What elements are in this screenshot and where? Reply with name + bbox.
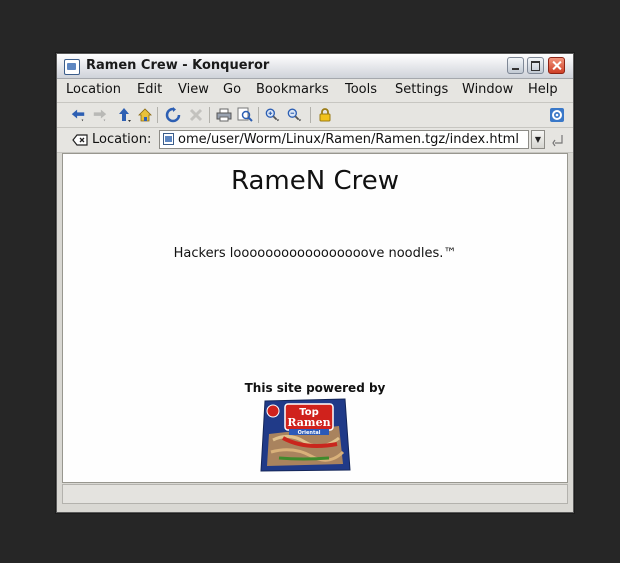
menu-view[interactable]: View — [178, 82, 209, 97]
menu-window[interactable]: Window — [462, 82, 513, 97]
konqueror-app-icon[interactable] — [64, 59, 80, 75]
security-lock-icon[interactable] — [317, 107, 333, 123]
logo-ramen-text: Ramen — [287, 416, 330, 429]
close-button[interactable] — [548, 57, 565, 74]
menu-edit[interactable]: Edit — [137, 82, 162, 97]
stop-icon[interactable] — [188, 107, 204, 123]
home-icon[interactable] — [137, 107, 153, 123]
window-title: Ramen Crew - Konqueror — [86, 58, 270, 73]
location-label: Location: — [92, 132, 152, 147]
find-icon[interactable] — [237, 107, 253, 123]
main-toolbar — [57, 103, 573, 128]
back-icon[interactable] — [70, 107, 86, 123]
status-bar — [62, 484, 568, 504]
maximize-button[interactable] — [527, 57, 544, 74]
menu-go[interactable]: Go — [223, 82, 241, 97]
kde-gear-icon[interactable] — [549, 107, 565, 123]
menu-help[interactable]: Help — [528, 82, 558, 97]
menu-bar: Location Edit View Go Bookmarks Tools Se… — [57, 79, 573, 103]
konqueror-window: Ramen Crew - Konqueror Location Edit Vie… — [56, 53, 574, 513]
reload-icon[interactable] — [165, 107, 181, 123]
forward-icon[interactable] — [92, 107, 108, 123]
page-title: RameN Crew — [231, 166, 399, 196]
print-icon[interactable] — [216, 107, 232, 123]
logo-flavor-text: Oriental — [298, 430, 321, 436]
location-bar: Location: ome/user/Worm/Linux/Ramen/Rame… — [57, 128, 573, 153]
page-icon — [163, 133, 174, 145]
powered-by-label: This site powered by — [244, 381, 386, 395]
minimize-button[interactable] — [507, 57, 524, 74]
url-text[interactable]: ome/user/Worm/Linux/Ramen/Ramen.tgz/inde… — [178, 132, 519, 147]
go-enter-icon[interactable] — [550, 132, 566, 148]
menu-tools[interactable]: Tools — [345, 82, 377, 97]
page-tagline: Hackers looooooooooooooooove noodles.™ — [173, 246, 457, 261]
up-icon[interactable] — [117, 107, 133, 123]
url-field[interactable]: ome/user/Worm/Linux/Ramen/Ramen.tgz/inde… — [159, 130, 529, 149]
menu-location[interactable]: Location — [66, 82, 121, 97]
url-history-dropdown[interactable]: ▼ — [531, 130, 545, 149]
zoom-out-icon[interactable] — [287, 107, 303, 123]
clear-location-icon[interactable] — [72, 132, 88, 148]
menu-bookmarks[interactable]: Bookmarks — [256, 82, 329, 97]
menu-settings[interactable]: Settings — [395, 82, 448, 97]
top-ramen-package-image: Top Ramen Oriental — [259, 398, 351, 472]
title-bar[interactable]: Ramen Crew - Konqueror — [57, 54, 573, 79]
zoom-in-icon[interactable] — [265, 107, 281, 123]
page-viewport[interactable]: RameN Crew Hackers looooooooooooooooove … — [62, 153, 568, 483]
